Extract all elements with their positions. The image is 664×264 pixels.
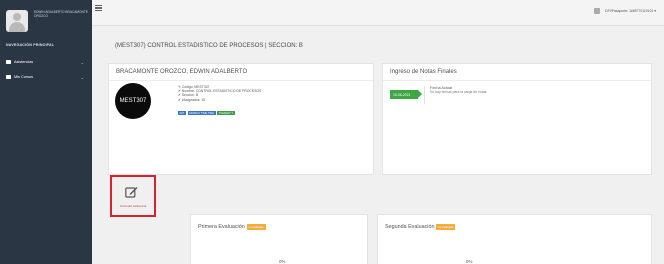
evaluation-percent: 0% xyxy=(466,259,473,264)
teacher-name: BRACAMONTE OROZCO, EDWIN ADALBERTO xyxy=(116,69,248,75)
timeline-line xyxy=(424,86,425,104)
grades-card: Ingreso de Notas Finales xyxy=(382,63,652,175)
status-badge: no evaluado xyxy=(246,224,266,230)
sidebar-item-label: Mis Cursos xyxy=(14,75,33,79)
folder-icon xyxy=(6,60,11,64)
course-card: BRACAMONTE OROZCO, EDWIN ADALBERTO xyxy=(108,63,374,175)
sidebar-item-mis-cursos[interactable]: Mis Cursos ⌄ xyxy=(6,73,84,81)
nav-header: NAVEGACIÓN PRINCIPAL xyxy=(6,43,55,47)
sidebar-user: EDWIN ADALBERTO BRACAMONTE OROZCO xyxy=(6,10,88,32)
evaluation-title: Segunda Evaluación xyxy=(385,224,435,230)
course-avatar-text: MEST307 xyxy=(119,98,147,104)
page-title: (MEST307) CONTROL ESTADISTICO DE PROCESO… xyxy=(115,43,303,49)
course-badges: INIT MONDAY TIME TIME TUESDAY T. xyxy=(178,111,236,116)
schedule-badge: TUESDAY T. xyxy=(217,111,236,116)
evaluation-title-row: Primera Evaluación no evaluado xyxy=(198,224,266,230)
evaluation-card-2: Segunda Evaluación no evaluado 0% xyxy=(377,214,652,264)
evaluation-title-row: Segunda Evaluación no evaluado xyxy=(385,224,456,230)
app-root: EDWIN ADALBERTO BRACAMONTE OROZCO NAVEGA… xyxy=(0,0,664,264)
status-badge: no evaluado xyxy=(436,224,456,230)
avatar xyxy=(6,10,28,32)
evaluation-title: Primera Evaluación xyxy=(198,224,245,230)
fecha-subtitle: No hay fechas para la carga de notas. xyxy=(430,90,488,95)
course-details: ✎ Código: MEST307 ✔ Nombre: CONTROL ESTA… xyxy=(178,85,261,102)
avatar-head xyxy=(13,13,21,21)
edit-icon xyxy=(125,187,138,198)
date-badge: 15-06-2021 xyxy=(390,90,422,99)
attendance-control-label: Controlar asistencia xyxy=(119,204,147,208)
sidebar-item-asistencias[interactable]: Asistencias ⌄ xyxy=(6,58,84,66)
user-name: EDWIN ADALBERTO BRACAMONTE OROZCO xyxy=(34,10,88,19)
avatar-body xyxy=(9,22,25,32)
schedule-badge: INIT xyxy=(178,111,187,116)
current-date-info: Fecha Actual No hay fechas para la carga… xyxy=(430,86,487,95)
evaluation-percent: 0% xyxy=(279,259,286,264)
chevron-down-icon: ⌄ xyxy=(80,59,84,65)
evaluation-card-1: Primera Evaluación no evaluado 0% xyxy=(190,214,368,264)
attendance-control-button[interactable]: Controlar asistencia xyxy=(110,175,156,217)
card-divider xyxy=(109,80,373,81)
folder-icon xyxy=(6,75,11,79)
user-menu[interactable]: DPI/Pasaporte: 1689770119101 ▾ xyxy=(594,8,656,14)
course-assigned: ✔ #Asignados: 15 xyxy=(178,97,206,102)
user-menu-label: DPI/Pasaporte: 1689770119101 ▾ xyxy=(605,9,656,13)
user-icon xyxy=(594,8,601,14)
course-avatar: MEST307 xyxy=(115,83,151,119)
schedule-badge: MONDAY TIME TIME xyxy=(187,111,216,116)
sidebar-item-label: Asistencias xyxy=(14,60,34,64)
sidebar: EDWIN ADALBERTO BRACAMONTE OROZCO NAVEGA… xyxy=(0,0,92,264)
topbar: DPI/Pasaporte: 1689770119101 ▾ xyxy=(92,0,664,26)
chevron-down-icon: ⌄ xyxy=(80,74,84,80)
grades-title: Ingreso de Notas Finales xyxy=(390,69,457,75)
menu-toggle-icon[interactable] xyxy=(95,5,102,11)
card-divider xyxy=(383,80,651,81)
